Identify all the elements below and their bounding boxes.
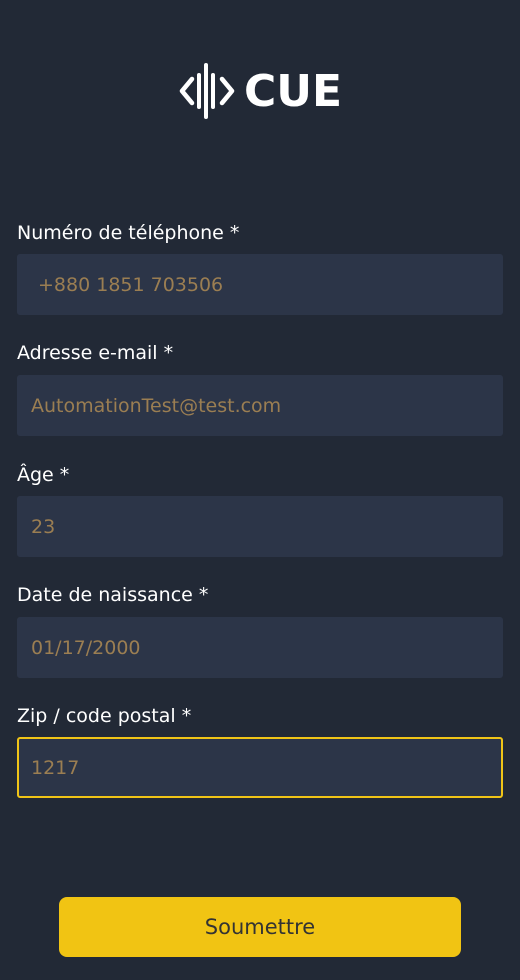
birthdate-field[interactable] <box>17 617 503 678</box>
age-label: Âge * <box>17 464 70 486</box>
zip-label: Zip / code postal * <box>17 705 192 727</box>
signup-form-page: CUE Numéro de téléphone * Adresse e-mail… <box>0 0 520 980</box>
phone-field[interactable] <box>17 254 503 315</box>
brand-name: CUE <box>243 66 343 117</box>
phone-label: Numéro de téléphone * <box>17 222 240 244</box>
birthdate-label: Date de naissance * <box>17 584 209 606</box>
email-label: Adresse e-mail * <box>17 342 174 364</box>
age-field[interactable] <box>17 496 503 557</box>
cue-logo-icon <box>179 63 235 119</box>
zip-field[interactable] <box>17 737 503 798</box>
brand-logo: CUE <box>0 58 520 124</box>
submit-button[interactable]: Soumettre <box>59 897 461 957</box>
email-field[interactable] <box>17 375 503 436</box>
